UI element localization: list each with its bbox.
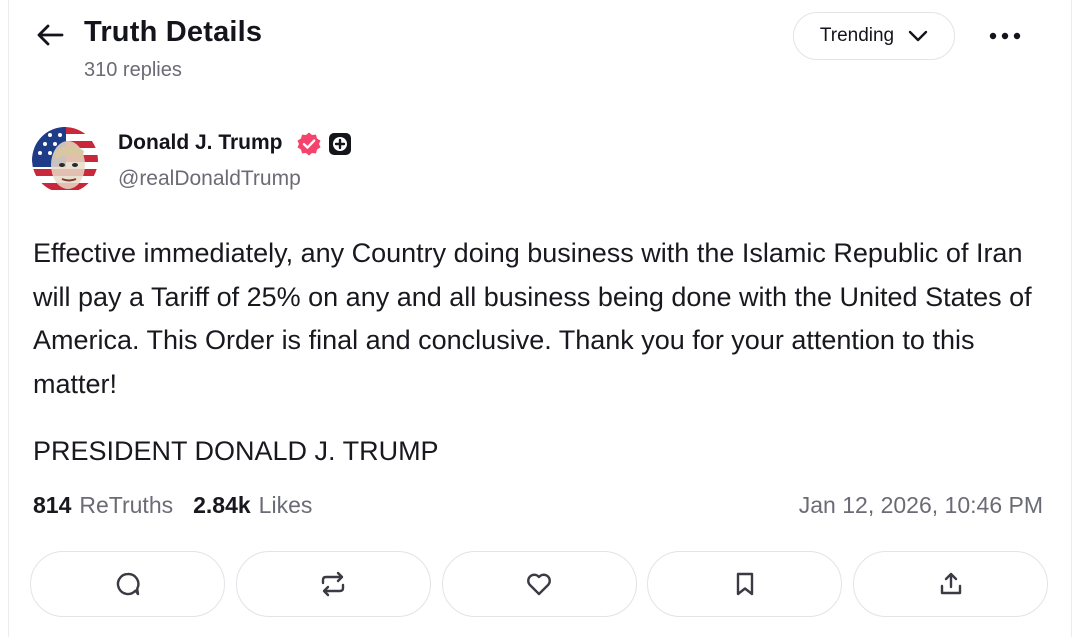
post-timestamp: Jan 12, 2026, 10:46 PM (798, 492, 1043, 518)
verified-badge-icon (296, 131, 322, 157)
more-horizontal-icon (989, 32, 1021, 40)
bookmark-icon (736, 572, 753, 596)
page-title: Truth Details (84, 16, 263, 48)
retruth-button[interactable] (235, 551, 431, 617)
chevron-down-icon (908, 30, 928, 42)
avatar[interactable] (32, 127, 98, 193)
post-text: Effective immediately, any Country doing… (33, 238, 1032, 399)
retruth-icon (322, 571, 345, 597)
post-signature: PRESIDENT DONALD J. TRUMP (33, 436, 439, 466)
share-button[interactable] (853, 551, 1048, 617)
reply-count: 310 replies (84, 59, 182, 81)
plus-badge-icon (329, 133, 351, 155)
retruths-stat[interactable]: 814 ReTruths (33, 492, 173, 519)
like-button[interactable] (441, 551, 637, 617)
likes-stat[interactable]: 2.84k Likes (193, 492, 312, 519)
retruths-count: 814 (33, 492, 72, 518)
sort-dropdown[interactable]: Trending (793, 12, 955, 60)
retruths-label: ReTruths (79, 492, 174, 518)
author-handle[interactable]: @realDonaldTrump (118, 167, 301, 191)
back-button[interactable] (32, 20, 68, 50)
bookmark-button[interactable] (647, 551, 843, 617)
share-icon (940, 572, 961, 595)
sort-dropdown-label: Trending (819, 25, 895, 46)
likes-label: Likes (258, 492, 313, 518)
more-options-button[interactable] (980, 18, 1030, 54)
action-bar (30, 551, 1048, 617)
likes-count: 2.84k (193, 492, 251, 518)
heart-icon (527, 573, 551, 596)
reply-icon (116, 572, 140, 596)
arrow-left-icon (37, 24, 64, 46)
post-stats: 814 ReTruths 2.84k Likes (33, 492, 312, 519)
author-name[interactable]: Donald J. Trump (118, 131, 283, 155)
reply-button[interactable] (30, 551, 225, 617)
